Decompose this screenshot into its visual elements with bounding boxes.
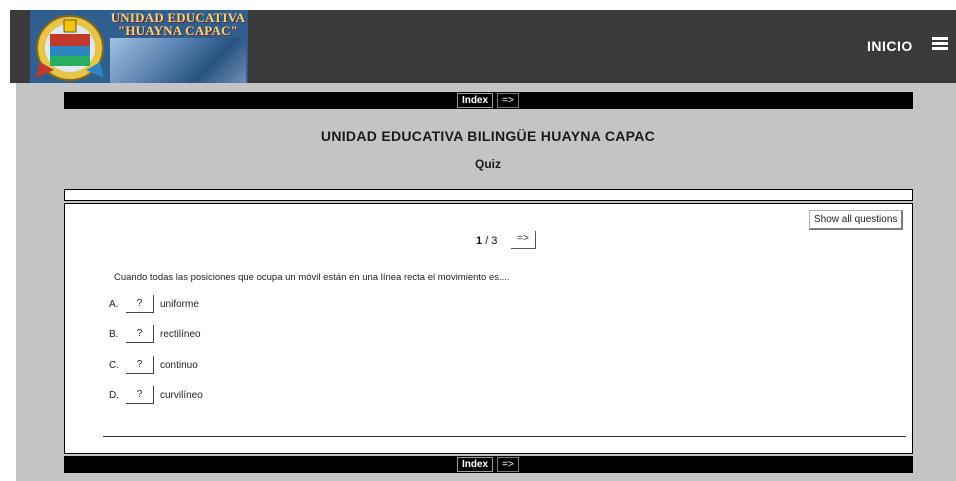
- logo-text: UNIDAD EDUCATIVA "HUAYNA CAPAC": [110, 11, 246, 37]
- blank-header-box: [64, 189, 913, 201]
- next-page-button[interactable]: =>: [497, 93, 519, 108]
- graduates-photo: [110, 38, 246, 83]
- option-text: continuo: [160, 360, 198, 371]
- question-text: Cuando todas las posiciones que ocupa un…: [114, 272, 510, 283]
- answer-button[interactable]: ?: [126, 356, 154, 374]
- logo-text-line2: "HUAYNA CAPAC": [117, 23, 239, 38]
- option-text: uniforme: [160, 299, 199, 310]
- school-crest-icon: [36, 15, 104, 81]
- answer-button[interactable]: ?: [126, 386, 154, 404]
- option-text: rectilíneo: [160, 329, 201, 340]
- next-page-button[interactable]: =>: [497, 457, 519, 472]
- question-counter: 1 / 3: [476, 235, 497, 247]
- bottom-navbar: Index =>: [64, 456, 913, 473]
- next-question-button[interactable]: =>: [511, 231, 536, 249]
- option-letter: A.: [109, 299, 119, 310]
- option-letter: B.: [109, 329, 119, 340]
- question-total: / 3: [485, 235, 498, 247]
- index-button[interactable]: Index: [457, 93, 493, 108]
- page-title: UNIDAD EDUCATIVA BILINGÜE HUAYNA CAPAC: [320, 128, 656, 144]
- quiz-heading: Quiz: [475, 157, 501, 171]
- option-letter: C.: [109, 360, 119, 371]
- hamburger-menu-icon[interactable]: [932, 37, 948, 51]
- nav-inicio-link[interactable]: INICIO: [867, 38, 913, 54]
- answer-button[interactable]: ?: [126, 325, 154, 343]
- top-navbar: Index =>: [64, 92, 913, 109]
- option-text: curvilíneo: [160, 390, 203, 401]
- school-logo[interactable]: UNIDAD EDUCATIVA "HUAYNA CAPAC": [30, 10, 248, 83]
- option-letter: D.: [109, 390, 119, 401]
- current-question-number: 1: [476, 235, 483, 247]
- answer-button[interactable]: ?: [126, 295, 154, 313]
- index-button[interactable]: Index: [457, 457, 493, 472]
- divider: [103, 436, 906, 437]
- quiz-panel: Show all questions 1 / 3 => Cuando todas…: [64, 203, 913, 454]
- show-all-questions-button[interactable]: Show all questions: [809, 210, 904, 230]
- site-header: UNIDAD EDUCATIVA "HUAYNA CAPAC" INICIO: [10, 10, 956, 83]
